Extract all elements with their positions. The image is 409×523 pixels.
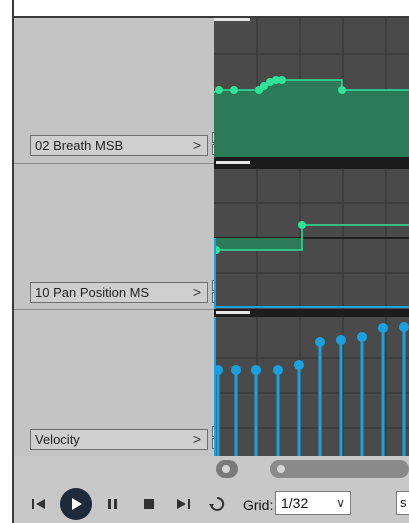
lane-divider[interactable] [14, 163, 214, 164]
lane-breath[interactable] [214, 18, 409, 169]
lane-resize-handle[interactable] [216, 311, 250, 314]
stop-icon [144, 499, 154, 509]
lane-1-label: 02 Breath MSB [35, 138, 124, 153]
chevron-right-icon: > [192, 284, 201, 300]
next-select[interactable]: s [396, 491, 409, 515]
lane-3-label: Velocity [35, 432, 80, 447]
stop-button[interactable] [138, 494, 160, 514]
skip-to-end-button[interactable] [172, 494, 194, 514]
envelope-fill [214, 80, 409, 163]
next-select-text: s [400, 495, 407, 510]
cc-lanes-canvas[interactable] [214, 18, 409, 456]
skip-to-end-icon [177, 499, 190, 509]
scroll-left-button[interactable] [216, 460, 238, 478]
chevron-down-icon: ∨ [336, 496, 345, 510]
lane-2-selector[interactable]: 10 Pan Position MS > [30, 282, 208, 303]
grid-select[interactable]: 1/32 ∨ [275, 491, 351, 515]
chevron-right-icon: > [192, 431, 201, 447]
scrollbar-grip [277, 465, 285, 473]
skip-to-start-icon [32, 499, 45, 509]
envelope-fill [214, 238, 302, 250]
lane-background [214, 317, 409, 456]
lane-velocity[interactable] [214, 317, 409, 456]
grid-label: Grid: [243, 497, 274, 513]
loop-button[interactable] [206, 494, 228, 514]
grid-value: 1/32 [281, 495, 309, 511]
play-button[interactable] [60, 488, 92, 520]
lane-2-label: 10 Pan Position MS [35, 285, 150, 300]
lane-resize-handle[interactable] [216, 161, 250, 164]
pause-button[interactable] [102, 494, 124, 514]
loop-icon [209, 496, 225, 511]
lane-3-selector[interactable]: Velocity > [30, 429, 208, 450]
pause-icon [108, 499, 117, 509]
skip-to-start-button[interactable] [28, 494, 50, 514]
lane-divider[interactable] [14, 309, 214, 310]
scrollbar-thumb[interactable] [270, 460, 409, 478]
cc-lane-header-column: 02 Breath MSB > − + 10 Pan Position MS >… [14, 18, 223, 456]
midi-editor-cc-area: 02 Breath MSB > − + 10 Pan Position MS >… [0, 0, 409, 523]
chevron-right-icon: > [192, 137, 201, 153]
lane-1-selector[interactable]: 02 Breath MSB > [30, 135, 208, 156]
lane-resize-handle[interactable] [214, 18, 250, 21]
scroll-left-icon [222, 465, 230, 473]
play-icon [72, 498, 82, 510]
lane-pan[interactable] [214, 169, 409, 317]
